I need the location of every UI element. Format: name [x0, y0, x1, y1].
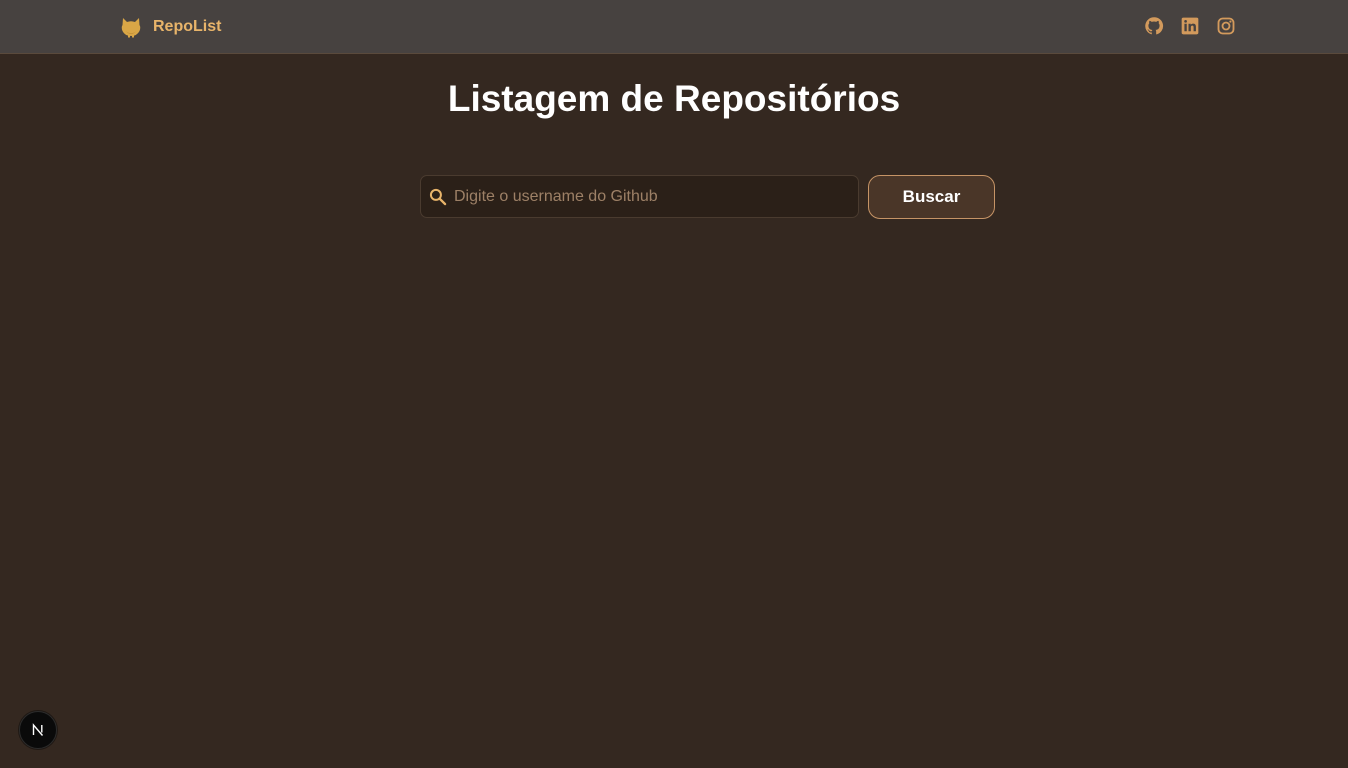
brand-link[interactable]: RepoList — [119, 14, 221, 40]
search-box — [420, 175, 859, 218]
github-icon — [1145, 17, 1164, 35]
search-icon — [429, 188, 447, 205]
nextjs-dev-badge[interactable] — [19, 711, 57, 749]
social-links — [1144, 16, 1236, 36]
github-octocat-icon — [121, 18, 141, 38]
top-navbar: RepoList — [0, 0, 1348, 54]
nextjs-icon — [32, 723, 44, 736]
linkedin-link[interactable] — [1180, 16, 1200, 36]
github-link[interactable] — [1144, 16, 1164, 36]
brand-name: RepoList — [153, 18, 222, 35]
page-title: Listagem de Repositórios — [447, 78, 901, 119]
search-button[interactable]: Buscar — [868, 175, 995, 219]
instagram-link[interactable] — [1216, 16, 1236, 36]
linkedin-icon — [1181, 17, 1199, 35]
username-search-input[interactable] — [454, 176, 858, 217]
instagram-icon — [1217, 17, 1235, 35]
